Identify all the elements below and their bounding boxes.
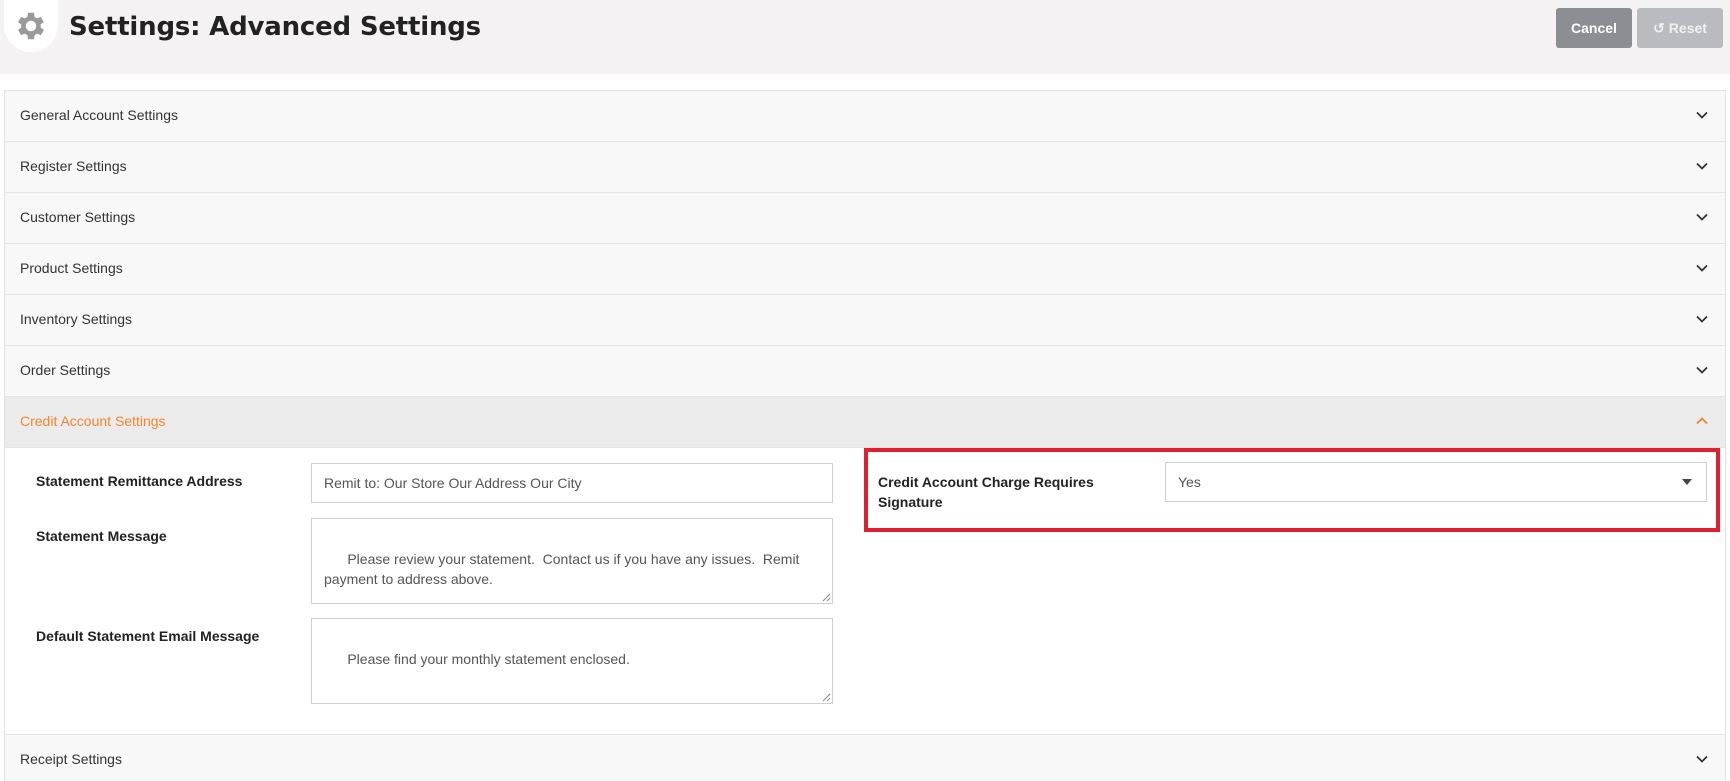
section-label: General Account Settings <box>20 107 178 123</box>
chevron-up-icon <box>1696 417 1708 425</box>
chevron-down-icon <box>1696 162 1708 170</box>
reset-label: Reset <box>1668 20 1707 36</box>
settings-badge <box>4 0 58 52</box>
section-general-account-settings[interactable]: General Account Settings <box>5 91 1725 142</box>
credit-account-charge-requires-signature-label: Credit Account Charge Requires Signature <box>878 474 1094 510</box>
resize-grip-icon[interactable] <box>822 693 831 702</box>
settings-accordion: General Account Settings Register Settin… <box>4 90 1726 781</box>
select-value: Yes <box>1178 474 1201 490</box>
section-order-settings[interactable]: Order Settings <box>5 346 1725 397</box>
section-inventory-settings[interactable]: Inventory Settings <box>5 295 1725 346</box>
section-label: Order Settings <box>20 362 111 378</box>
caret-down-icon <box>1682 479 1692 485</box>
cancel-button[interactable]: Cancel <box>1556 8 1632 48</box>
section-receipt-settings[interactable]: Receipt Settings <box>5 734 1725 781</box>
default-statement-email-message-label: Default Statement Email Message <box>36 628 260 644</box>
section-label: Credit Account Settings <box>20 413 166 429</box>
default-statement-email-message-textarea[interactable]: Please find your monthly statement enclo… <box>311 618 833 704</box>
default-statement-email-message-text: Please find your monthly statement enclo… <box>347 651 630 667</box>
section-register-settings[interactable]: Register Settings <box>5 142 1725 193</box>
section-credit-account-settings[interactable]: Credit Account Settings <box>5 397 1725 448</box>
chevron-down-icon <box>1696 264 1708 272</box>
section-label: Register Settings <box>20 158 127 174</box>
statement-remittance-address-label: Statement Remittance Address <box>36 473 243 489</box>
page-title: Settings: Advanced Settings <box>69 12 481 42</box>
gear-icon <box>18 12 44 40</box>
section-label: Inventory Settings <box>20 311 133 327</box>
page-header: Settings: Advanced Settings Cancel ↺ Res… <box>0 0 1730 74</box>
chevron-down-icon <box>1696 366 1708 374</box>
statement-message-textarea[interactable]: Please review your statement. Contact us… <box>311 518 833 604</box>
section-customer-settings[interactable]: Customer Settings <box>5 193 1725 244</box>
chevron-down-icon <box>1696 755 1708 763</box>
section-label: Customer Settings <box>20 209 136 225</box>
resize-grip-icon[interactable] <box>822 593 831 602</box>
section-product-settings[interactable]: Product Settings <box>5 244 1725 295</box>
cancel-label: Cancel <box>1571 20 1617 36</box>
credit-account-charge-requires-signature-select[interactable]: Yes <box>1165 462 1707 502</box>
section-label: Receipt Settings <box>20 751 122 767</box>
reset-button[interactable]: ↺ Reset <box>1637 8 1723 48</box>
reset-icon: ↺ <box>1653 19 1665 36</box>
section-label: Product Settings <box>20 260 123 276</box>
chevron-down-icon <box>1696 315 1708 323</box>
statement-message-text: Please review your statement. Contact us… <box>324 551 804 587</box>
statement-message-label: Statement Message <box>36 528 167 544</box>
statement-remittance-address-input[interactable]: Remit to: Our Store Our Address Our City <box>311 463 833 503</box>
chevron-down-icon <box>1696 111 1708 119</box>
chevron-down-icon <box>1696 213 1708 221</box>
